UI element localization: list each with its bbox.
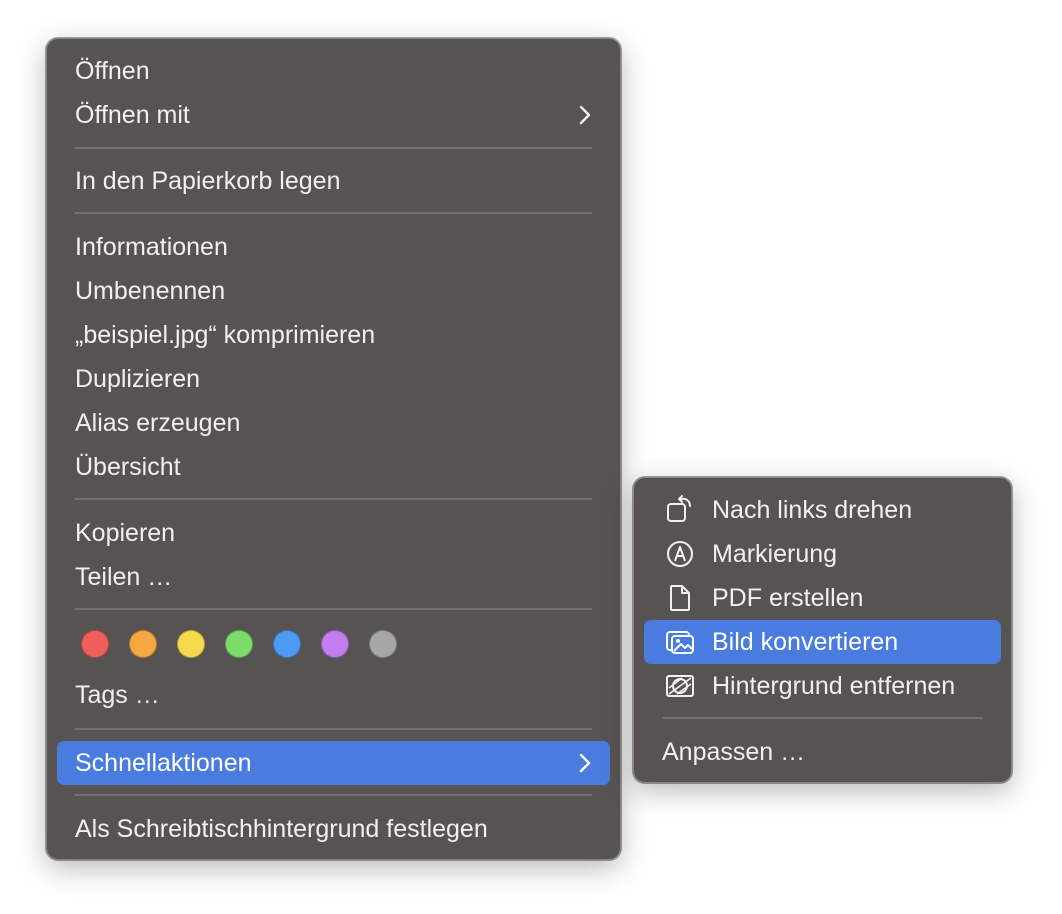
chevron-right-icon — [578, 741, 592, 785]
separator — [75, 794, 592, 796]
separator — [662, 717, 983, 719]
menu-item-make-alias[interactable]: Alias erzeugen — [57, 401, 610, 445]
menu-item-label: Als Schreibtischhintergrund festlegen — [75, 815, 488, 843]
menu-item-quick-actions[interactable]: Schnellaktionen — [57, 741, 610, 785]
menu-item-label: Kopieren — [75, 519, 176, 547]
submenu-item-customize[interactable]: Anpassen … — [644, 730, 1001, 774]
separator — [75, 147, 592, 149]
submenu-item-label: Bild konvertieren — [712, 628, 899, 656]
menu-item-copy[interactable]: Kopieren — [57, 511, 610, 555]
menu-item-open-with[interactable]: Öffnen mit — [57, 93, 610, 137]
menu-item-quick-look[interactable]: Übersicht — [57, 445, 610, 489]
menu-item-label: Umbenennen — [75, 277, 226, 305]
menu-item-label: Öffnen mit — [75, 101, 190, 129]
separator — [75, 728, 592, 730]
document-icon — [670, 585, 690, 611]
menu-item-share[interactable]: Teilen … — [57, 555, 610, 599]
menu-item-tags[interactable]: Tags … — [57, 673, 610, 717]
menu-item-open[interactable]: Öffnen — [57, 49, 610, 93]
menu-item-move-to-trash[interactable]: In den Papierkorb legen — [57, 159, 610, 203]
menu-item-label: Duplizieren — [75, 365, 201, 393]
chevron-right-icon — [578, 93, 592, 137]
tag-purple[interactable] — [321, 630, 349, 658]
menu-item-label: Informationen — [75, 233, 228, 261]
tag-green[interactable] — [225, 630, 253, 658]
submenu-item-label: Nach links drehen — [712, 496, 913, 524]
remove-background-icon — [666, 675, 694, 697]
menu-item-label: Schnellaktionen — [75, 749, 252, 777]
separator — [75, 212, 592, 214]
menu-item-label: „beispiel.jpg“ komprimieren — [75, 321, 376, 349]
menu-item-label: Tags … — [75, 681, 160, 709]
photos-icon — [666, 631, 694, 654]
menu-item-set-desktop-picture[interactable]: Als Schreibtischhintergrund festlegen — [57, 807, 610, 851]
submenu-item-label: Anpassen … — [662, 738, 806, 766]
separator — [75, 498, 592, 500]
menu-item-duplicate[interactable]: Duplizieren — [57, 357, 610, 401]
quick-actions-submenu: Nach links drehen Markierung PDF erstell… — [633, 477, 1012, 783]
tag-blue[interactable] — [273, 630, 301, 658]
tag-yellow[interactable] — [177, 630, 205, 658]
context-menu: Öffnen Öffnen mit In den Papierkorb lege… — [46, 38, 621, 860]
submenu-item-label: PDF erstellen — [712, 584, 864, 612]
rotate-left-icon — [667, 495, 691, 522]
menu-item-label: Alias erzeugen — [75, 409, 241, 437]
submenu-item-convert-image[interactable]: Bild konvertieren — [644, 620, 1001, 664]
tag-color-row — [81, 628, 397, 660]
menu-item-label: Übersicht — [75, 453, 181, 481]
tag-gray[interactable] — [369, 630, 397, 658]
markup-icon — [667, 541, 693, 567]
tag-orange[interactable] — [129, 630, 157, 658]
menu-item-label: Öffnen — [75, 57, 150, 85]
submenu-item-rotate-left[interactable]: Nach links drehen — [644, 488, 1001, 532]
submenu-item-markup[interactable]: Markierung — [644, 532, 1001, 576]
menu-item-label: Teilen … — [75, 563, 173, 591]
submenu-item-create-pdf[interactable]: PDF erstellen — [644, 576, 1001, 620]
submenu-item-remove-background[interactable]: Hintergrund entfernen — [644, 664, 1001, 708]
separator — [75, 608, 592, 610]
submenu-item-label: Hintergrund entfernen — [712, 672, 956, 700]
submenu-item-label: Markierung — [712, 540, 838, 568]
menu-item-get-info[interactable]: Informationen — [57, 225, 610, 269]
menu-item-label: In den Papierkorb legen — [75, 167, 341, 195]
menu-item-compress[interactable]: „beispiel.jpg“ komprimieren — [57, 313, 610, 357]
tag-red[interactable] — [81, 630, 109, 658]
menu-item-rename[interactable]: Umbenennen — [57, 269, 610, 313]
